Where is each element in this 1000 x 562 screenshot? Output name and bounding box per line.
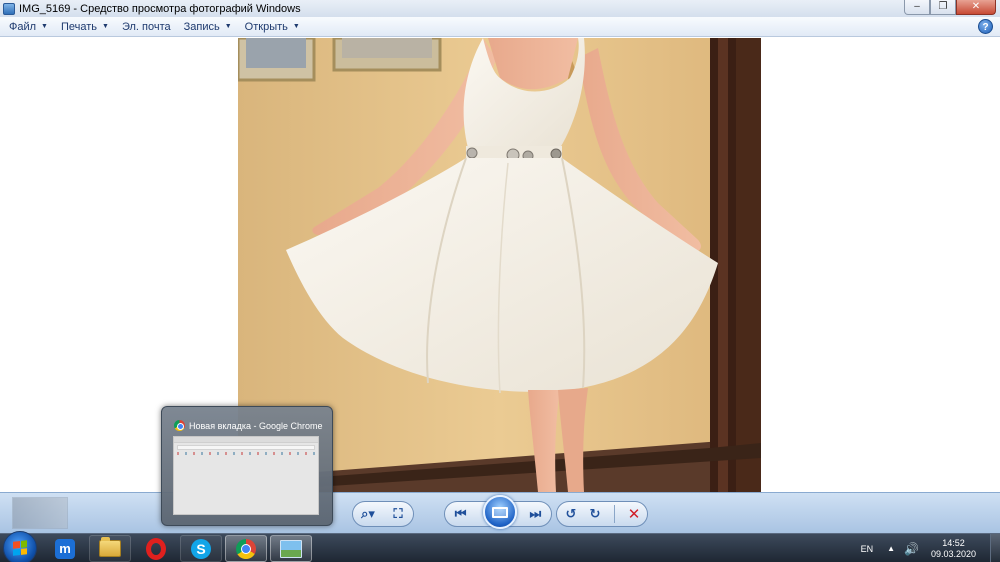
edit-controls: ↺ ↻ ✕: [556, 501, 648, 527]
chevron-down-icon: ▼: [102, 23, 109, 30]
taskbar-explorer[interactable]: [89, 535, 131, 562]
photo-viewer-area: [0, 38, 1000, 492]
slideshow-button[interactable]: [483, 495, 517, 529]
clock-time: 14:52: [942, 537, 965, 548]
menu-print[interactable]: Печать ▼: [52, 17, 113, 37]
preview-title: Новая вкладка - Google Chrome: [174, 420, 323, 431]
preview-title-text: Новая вкладка - Google Chrome: [189, 420, 323, 431]
menu-open-label: Открыть: [244, 20, 288, 33]
close-button[interactable]: ✕: [956, 0, 996, 15]
preview-bookmarks: [177, 452, 315, 455]
menu-email-label: Эл. почта: [121, 20, 171, 33]
title-bar: IMG_5169 - Средство просмотра фотографий…: [0, 0, 1000, 17]
taskbar: m S EN ▲ 🔊 14:52 09.03.2020: [0, 531, 1000, 562]
menu-bar: Файл ▼ Печать ▼ Эл. почта Запись ▼ Открыть ▼…: [0, 17, 1000, 37]
minimize-button[interactable]: –: [904, 0, 930, 15]
zoom-button[interactable]: ⌕▾: [357, 503, 379, 525]
skype-icon: S: [191, 538, 211, 559]
photo-viewer-icon: [3, 2, 15, 15]
start-button[interactable]: [3, 531, 37, 562]
taskbar-photo-viewer[interactable]: [270, 535, 312, 562]
clock[interactable]: 14:52 09.03.2020: [931, 538, 976, 560]
chevron-down-icon: ▼: [41, 23, 48, 30]
chrome-window-preview[interactable]: Новая вкладка - Google Chrome: [161, 406, 333, 526]
preview-tabbar: [174, 437, 318, 443]
divider: [614, 505, 615, 523]
show-hidden-icons-button[interactable]: ▲: [887, 544, 895, 553]
preview-thumbnail[interactable]: [173, 436, 319, 515]
window-controls: – ❐ ✕: [904, 0, 996, 15]
photo-thumbnail: [12, 497, 68, 529]
maxthon-icon: m: [55, 538, 75, 559]
menu-open[interactable]: Открыть ▼: [236, 17, 304, 37]
help-icon[interactable]: ?: [978, 19, 993, 34]
chrome-icon: [236, 538, 256, 559]
menu-file-label: Файл: [9, 20, 37, 33]
previous-button[interactable]: ⏮: [450, 503, 472, 525]
taskbar-maxthon[interactable]: m: [44, 535, 86, 562]
rotate-right-button[interactable]: ↻: [584, 503, 606, 525]
taskbar-skype[interactable]: S: [180, 535, 222, 562]
chevron-down-icon: ▼: [224, 23, 232, 30]
language-indicator[interactable]: EN: [861, 544, 874, 554]
folder-icon: [99, 537, 121, 557]
slideshow-icon: [492, 506, 508, 518]
window-title: IMG_5169 - Средство просмотра фотографий…: [19, 2, 301, 15]
menu-burn-label: Запись: [183, 20, 220, 33]
taskbar-chrome[interactable]: [225, 535, 267, 562]
windows-logo-icon: [13, 540, 27, 556]
zoom-controls: ⌕▾ ⛶: [352, 501, 414, 527]
opera-icon: [146, 537, 166, 560]
menu-email[interactable]: Эл. почта: [113, 17, 175, 37]
menu-print-label: Печать: [60, 20, 98, 33]
clock-date: 09.03.2020: [930, 548, 976, 559]
viewer-control-bar: ⌕▾ ⛶ ⏮ ⏭ ↺ ↻ ✕: [0, 492, 1000, 533]
taskbar-opera[interactable]: [135, 535, 177, 562]
preview-addressbar: [177, 445, 315, 450]
chevron-down-icon: ▼: [292, 23, 300, 30]
menu-burn[interactable]: Запись ▼: [175, 17, 236, 37]
photo-viewer-icon: [280, 539, 302, 558]
menu-file[interactable]: Файл ▼: [0, 17, 52, 37]
chrome-icon: [174, 420, 185, 431]
restore-button[interactable]: ❐: [930, 0, 956, 15]
system-tray: EN ▲ 🔊 14:52 09.03.2020: [861, 534, 1000, 562]
next-button[interactable]: ⏭: [524, 503, 546, 525]
rotate-left-button[interactable]: ↺: [560, 503, 582, 525]
show-desktop-button[interactable]: [990, 534, 1000, 562]
delete-button[interactable]: ✕: [623, 503, 645, 525]
actual-size-button[interactable]: ⛶: [387, 503, 409, 525]
speaker-icon[interactable]: 🔊: [904, 542, 919, 556]
